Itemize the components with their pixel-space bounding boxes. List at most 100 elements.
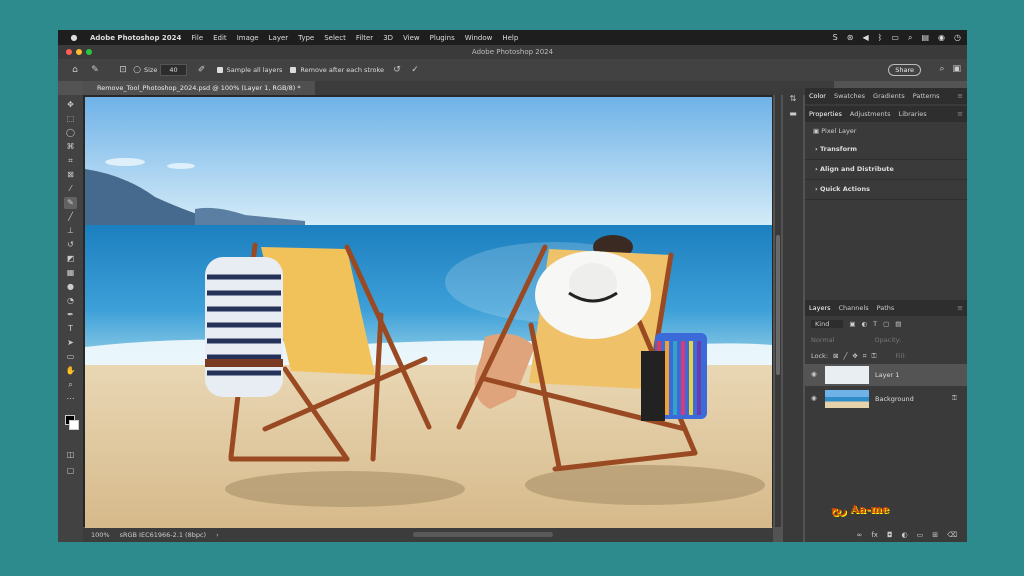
adjustment-layer-icon[interactable]: ◐ (901, 531, 907, 539)
hand-tool-icon[interactable]: ✋ (64, 365, 77, 377)
menu-select[interactable]: Select (324, 34, 346, 42)
sample-all-layers-checkbox[interactable] (216, 67, 223, 73)
speaker-icon[interactable]: ◀ (862, 33, 868, 42)
home-icon[interactable]: ⌂ (68, 65, 82, 75)
filter-smart-object-icon[interactable]: ▤ (895, 320, 901, 328)
blur-tool-icon[interactable]: ● (64, 281, 77, 293)
clock-icon[interactable]: ◷ (954, 33, 961, 42)
opacity-label[interactable]: Opacity: (875, 336, 902, 344)
canvas-vertical-scrollbar[interactable] (775, 95, 781, 527)
scrollbar-thumb[interactable] (776, 235, 780, 375)
control-center-icon[interactable]: ▤ (921, 33, 929, 42)
crop-tool-icon[interactable]: ⌗ (64, 155, 77, 167)
lasso-tool-icon[interactable]: ◯ (64, 127, 77, 139)
lock-pixels-icon[interactable]: ⊠ (833, 352, 838, 360)
lock-artboard-icon[interactable]: ⌗ (863, 352, 867, 361)
menu-3d[interactable]: 3D (383, 34, 393, 42)
layer1-name[interactable]: Layer 1 (875, 364, 899, 386)
s-app-icon[interactable]: S (833, 33, 838, 42)
dodge-tool-icon[interactable]: ◔ (64, 295, 77, 307)
foreground-background-colors[interactable] (64, 413, 79, 430)
rectangle-tool-icon[interactable]: ▭ (64, 351, 77, 363)
panel-menu-icon[interactable]: ≡ (957, 304, 963, 312)
type-tool-icon[interactable]: T (64, 323, 77, 335)
lock-position-icon[interactable]: ✥ (852, 352, 857, 360)
lock-paint-icon[interactable]: ╱ (843, 352, 847, 360)
creative-cloud-icon[interactable]: ⊛ (847, 33, 854, 42)
menu-layer[interactable]: Layer (269, 34, 289, 42)
panel-menu-icon[interactable]: ≡ (957, 92, 963, 100)
new-group-icon[interactable]: ▭ (917, 531, 924, 539)
move-tool-icon[interactable]: ✥ (64, 99, 77, 111)
link-layers-icon[interactable]: ∞ (856, 531, 862, 539)
panel-menu-icon[interactable]: ≡ (957, 110, 963, 118)
history-icon[interactable]: ⇅ (783, 94, 803, 103)
siri-icon[interactable]: ◉ (938, 33, 945, 42)
kind-filter-select[interactable]: Kind (811, 320, 844, 328)
layer-style-icon[interactable]: fx (871, 531, 878, 539)
history-brush-tool-icon[interactable]: ↺ (64, 239, 77, 251)
workspace-icon[interactable]: ▣ (952, 64, 961, 74)
bluetooth-icon[interactable]: ᛒ (878, 33, 883, 42)
tab-paths[interactable]: Paths (877, 304, 895, 312)
marquee-tool-icon[interactable]: ⬚ (64, 113, 77, 125)
remove-tool-icon[interactable]: ✎ (88, 65, 102, 75)
tab-gradients[interactable]: Gradients (873, 92, 905, 100)
filter-shape-icon[interactable]: ▢ (883, 320, 889, 328)
remove-tool-icon[interactable]: ✎ (64, 197, 77, 209)
minimize-button[interactable] (76, 49, 82, 55)
zoom-button[interactable] (86, 49, 92, 55)
tab-color[interactable]: Color (809, 92, 826, 100)
eraser-tool-icon[interactable]: ◩ (64, 253, 77, 265)
share-button[interactable]: Share (888, 64, 921, 76)
pressure-icon[interactable]: ✐ (195, 65, 209, 75)
brush-mode-icon[interactable]: ⊡ (116, 65, 130, 75)
add-mask-icon[interactable]: ◘ (887, 531, 893, 539)
pen-tool-icon[interactable]: ✒ (64, 309, 77, 321)
eyedropper-tool-icon[interactable]: ⁄ (64, 183, 77, 195)
size-input[interactable]: 40 (160, 64, 187, 76)
filter-adjustment-icon[interactable]: ◐ (861, 320, 867, 328)
frame-tool-icon[interactable]: ⊠ (64, 169, 77, 181)
tab-layers[interactable]: Layers (809, 304, 831, 312)
filter-pixel-icon[interactable]: ▣ (849, 320, 855, 328)
tab-channels[interactable]: Channels (839, 304, 869, 312)
comments-icon[interactable]: ▬ (783, 109, 803, 118)
tab-swatches[interactable]: Swatches (834, 92, 865, 100)
new-layer-icon[interactable]: ⊞ (932, 531, 938, 539)
section-align-distribute[interactable]: › Align and Distribute (805, 160, 967, 180)
commit-check-icon[interactable]: ✓ (408, 65, 422, 75)
background-visibility-icon[interactable]: ◉ (811, 394, 817, 402)
search-icon[interactable]: ⌕ (908, 33, 912, 43)
gradient-tool-icon[interactable]: ▦ (64, 267, 77, 279)
layer-row-layer1[interactable]: ◉ Layer 1 (805, 364, 967, 386)
menu-file[interactable]: File (191, 34, 203, 42)
menu-view[interactable]: View (403, 34, 420, 42)
apple-icon[interactable]: ● (68, 33, 80, 42)
menu-plugins[interactable]: Plugins (430, 34, 455, 42)
quick-mask-icon[interactable]: ◫ (64, 449, 77, 461)
canvas-area[interactable] (83, 95, 773, 530)
object-select-tool-icon[interactable]: ⌘ (64, 141, 77, 153)
brush-tool-icon[interactable]: ╱ (64, 211, 77, 223)
tab-adjustments[interactable]: Adjustments (850, 110, 891, 118)
menu-type[interactable]: Type (298, 34, 314, 42)
background-color-swatch[interactable] (69, 420, 79, 430)
lock-all-icon[interactable]: ⚿ (872, 352, 877, 361)
undo-icon[interactable]: ↺ (390, 65, 404, 75)
delete-layer-icon[interactable]: ⌫ (947, 531, 957, 539)
canvas-horizontal-scrollbar[interactable] (413, 532, 553, 537)
blend-mode-select[interactable]: Normal (811, 336, 835, 344)
layer-visibility-icon[interactable]: ◉ (811, 370, 817, 378)
battery-icon[interactable]: ▭ (891, 33, 899, 42)
menu-filter[interactable]: Filter (356, 34, 373, 42)
clone-stamp-tool-icon[interactable]: ⊥ (64, 225, 77, 237)
zoom-tool-icon[interactable]: ⌕ (64, 379, 77, 391)
tab-properties[interactable]: Properties (809, 110, 842, 118)
screen-mode-icon[interactable]: ▢ (64, 465, 77, 477)
search-icon[interactable]: ⌕ (939, 64, 944, 74)
document-canvas[interactable] (85, 97, 772, 530)
menu-image[interactable]: Image (237, 34, 259, 42)
document-tab[interactable]: Remove_Tool_Photoshop_2024.psd @ 100% (L… (83, 81, 315, 95)
menu-help[interactable]: Help (502, 34, 518, 42)
